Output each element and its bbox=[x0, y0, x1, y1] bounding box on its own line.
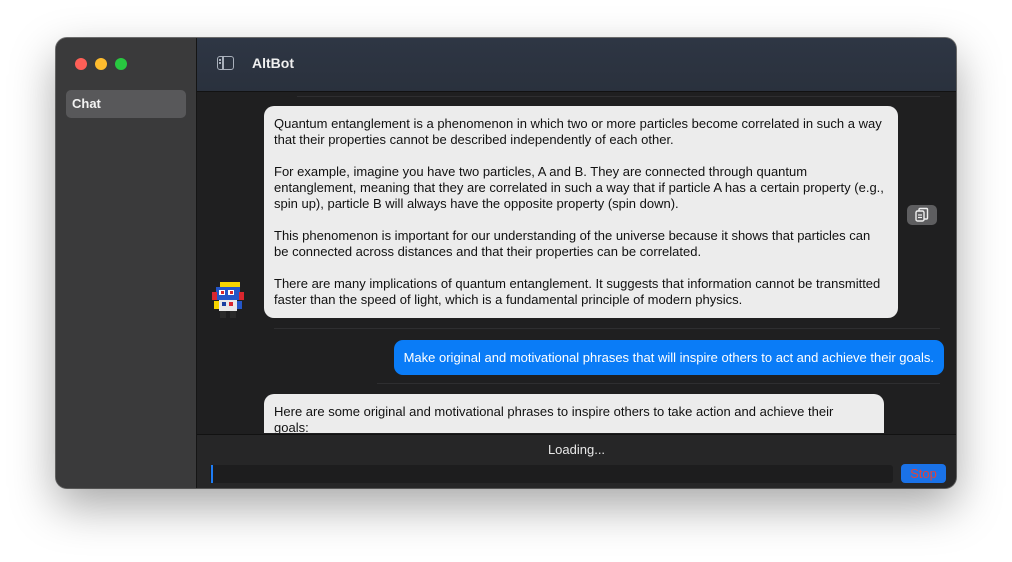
chat-transcript[interactable]: Quantum entanglement is a phenomenon in … bbox=[197, 92, 956, 433]
robot-avatar-icon bbox=[212, 282, 244, 318]
assistant-message: Here are some original and motivational … bbox=[264, 394, 884, 433]
message-paragraph: Here are some original and motivational … bbox=[274, 404, 834, 433]
sidebar-item-chat[interactable]: Chat bbox=[66, 90, 186, 118]
window-controls bbox=[75, 58, 127, 70]
user-message: Make original and motivational phrases t… bbox=[393, 340, 944, 375]
message-input[interactable] bbox=[210, 465, 893, 483]
loading-status: Loading... bbox=[547, 442, 606, 457]
message-divider bbox=[297, 96, 940, 97]
sidebar-toggle-icon[interactable] bbox=[217, 56, 234, 70]
text-caret bbox=[211, 465, 213, 483]
app-title: AltBot bbox=[252, 55, 294, 71]
close-window-button[interactable] bbox=[75, 58, 87, 70]
copy-button[interactable] bbox=[907, 205, 937, 225]
app-window: Chat AltBot Quantum entanglement is a ph… bbox=[56, 38, 956, 488]
zoom-window-button[interactable] bbox=[115, 58, 127, 70]
message-divider bbox=[274, 328, 940, 329]
title-bar: AltBot bbox=[197, 38, 956, 92]
assistant-message: Quantum entanglement is a phenomenon in … bbox=[264, 106, 898, 318]
minimize-window-button[interactable] bbox=[95, 58, 107, 70]
message-paragraph: This phenomenon is important for our und… bbox=[274, 228, 871, 259]
message-paragraph: For example, imagine you have two partic… bbox=[274, 164, 884, 211]
message-paragraph: Quantum entanglement is a phenomenon in … bbox=[274, 116, 882, 147]
copy-icon bbox=[915, 207, 929, 222]
message-divider bbox=[377, 383, 940, 384]
sidebar: Chat bbox=[56, 38, 197, 488]
stop-button[interactable]: Stop bbox=[901, 464, 946, 483]
message-paragraph: There are many implications of quantum e… bbox=[274, 276, 881, 307]
composer-bar: Loading... Stop bbox=[197, 434, 956, 488]
